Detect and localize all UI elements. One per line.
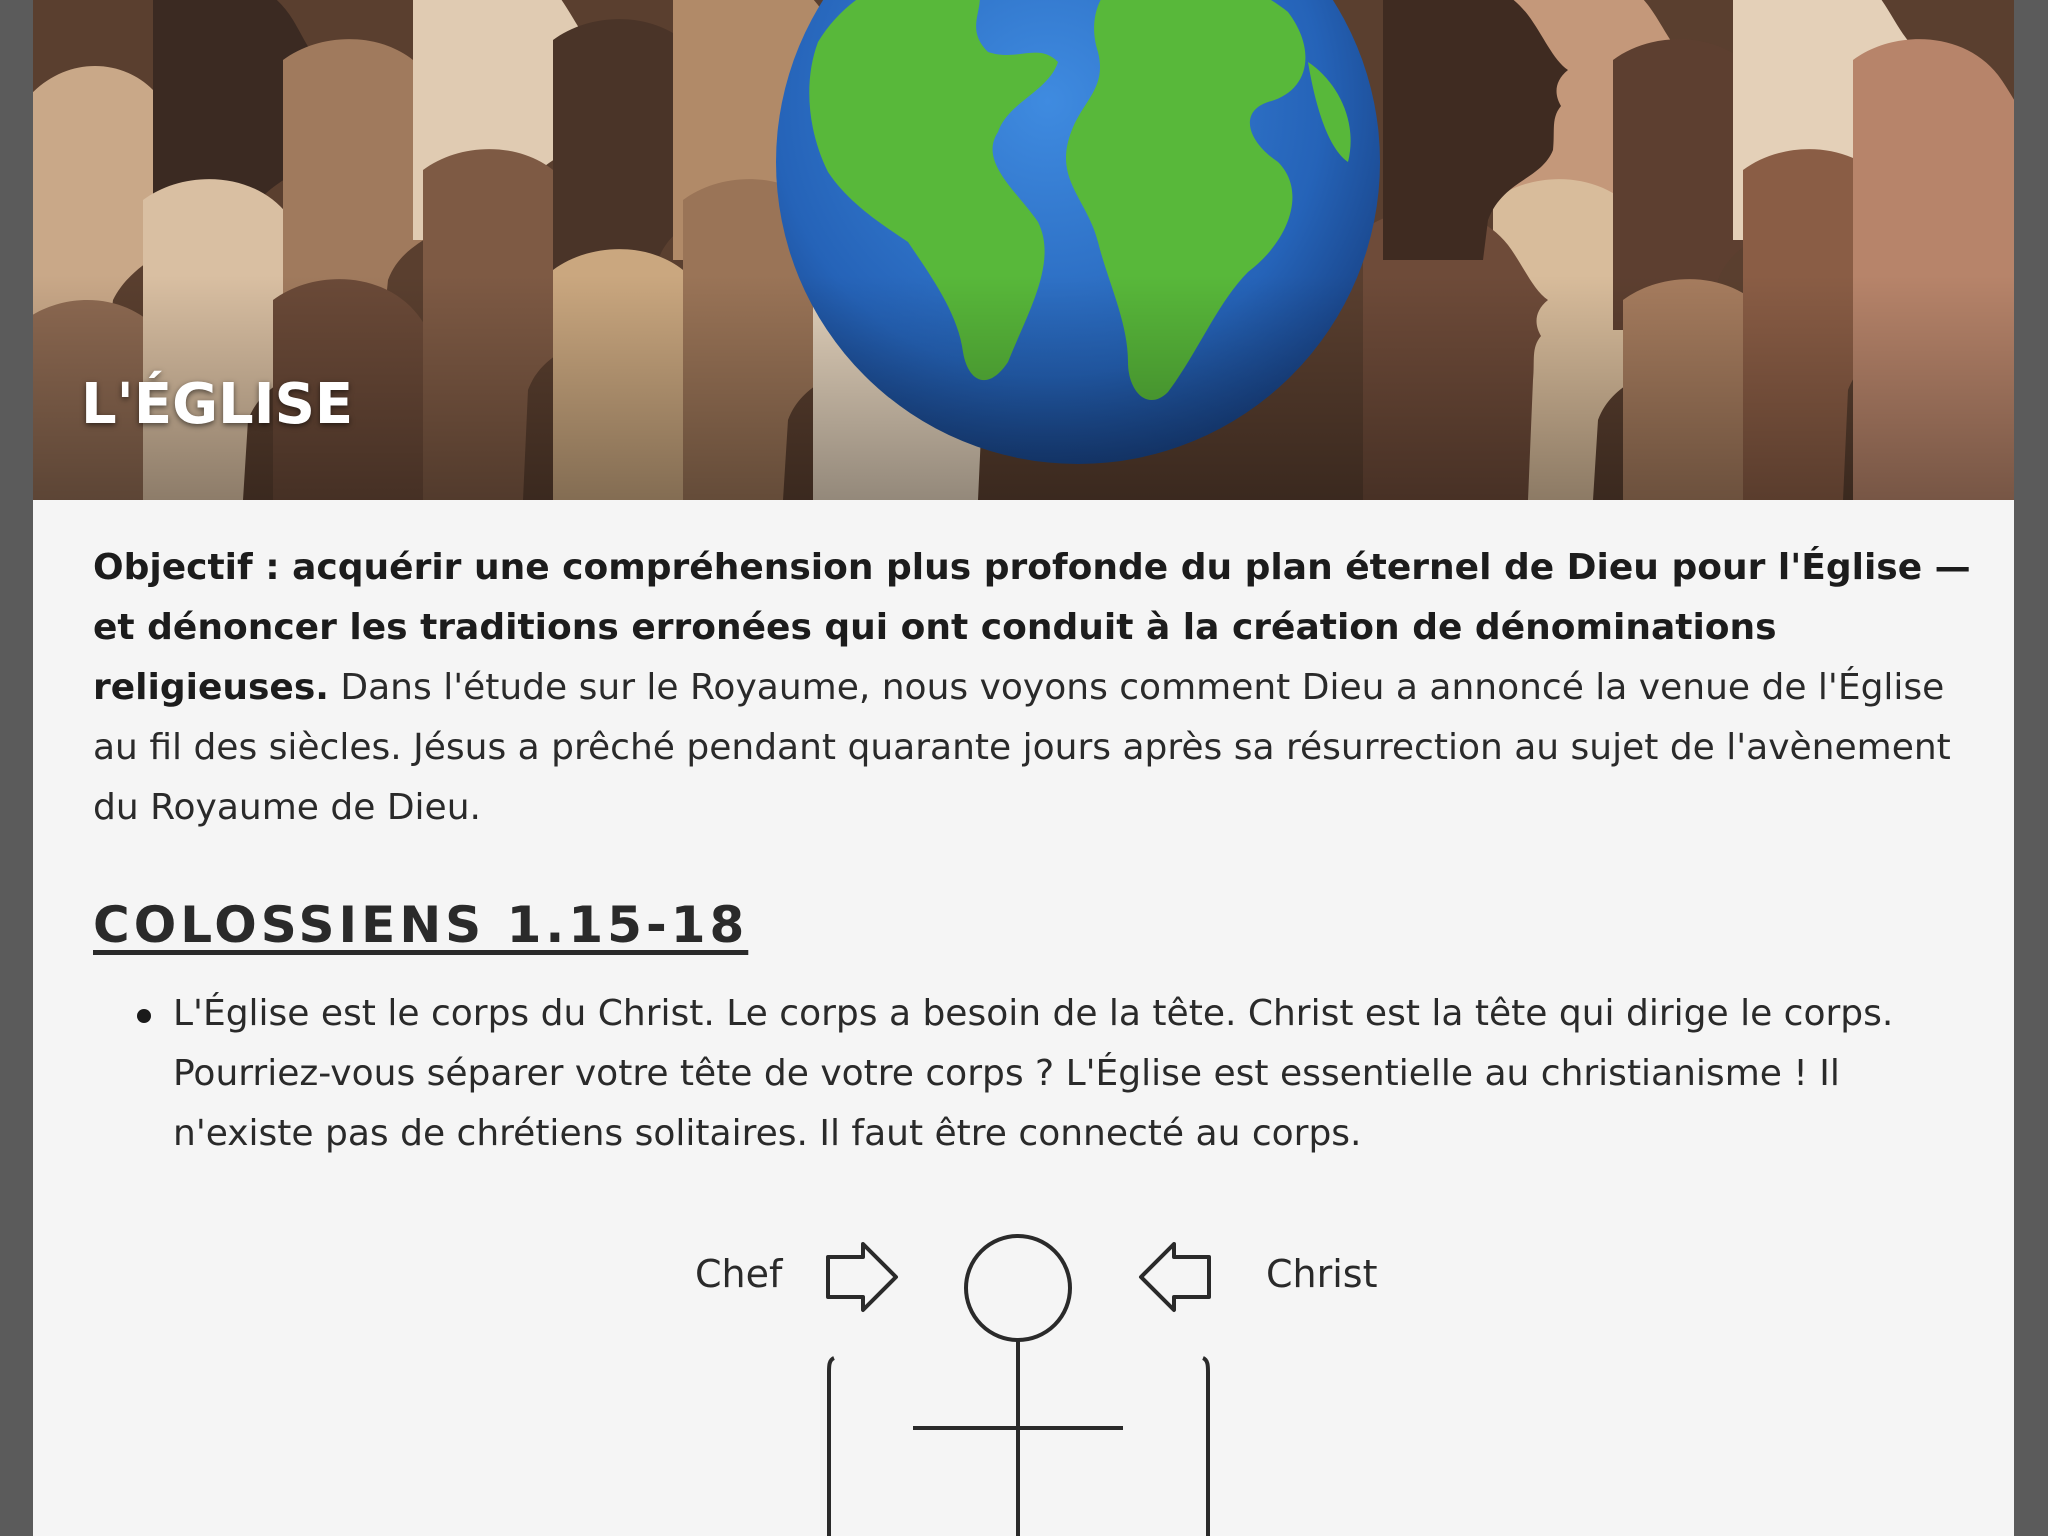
left-bracket [827,1356,835,1536]
arrow-right-icon [826,1242,898,1312]
intro-body-text: Dans l'étude sur le Royaume, nous voyons… [93,667,1951,828]
list-item: L'Église est le corps du Christ. Le corp… [137,984,1963,1164]
list-item-text: L'Église est le corps du Christ. Le corp… [173,993,1894,1154]
page: L'ÉGLISE Objectif : acquérir une compréh… [33,0,2014,1536]
diagram-drawing [826,1234,1211,1536]
right-bracket [1202,1356,1210,1536]
section-heading: COLOSSIENS 1.15-18 [93,896,749,954]
intro-paragraph: Objectif : acquérir une compréhension pl… [93,538,1973,838]
body-head-diagram: Chef Christ [33,1200,2014,1536]
arrow-left-icon [1139,1242,1211,1312]
head-circle-icon [964,1234,1072,1342]
hero-banner: L'ÉGLISE [33,0,2014,500]
bullet-list: L'Église est le corps du Christ. Le corp… [137,984,1963,1164]
bullet-icon [137,1009,151,1023]
page-title: L'ÉGLISE [81,372,354,437]
